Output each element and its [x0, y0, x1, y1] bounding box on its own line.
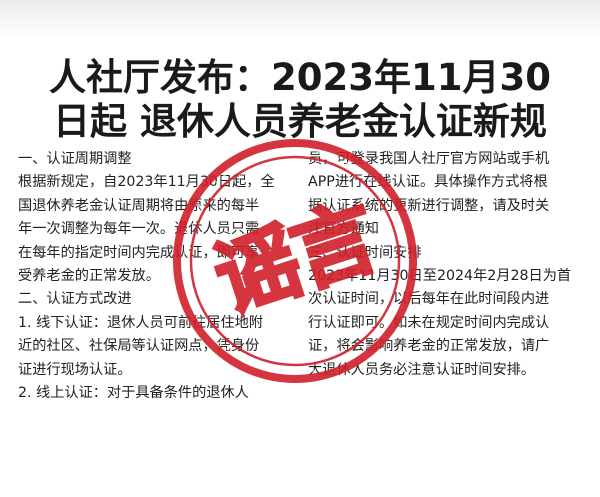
stamp-text: 谣言 [203, 187, 387, 330]
document-page: 人社厅发布：2023年11月30 日起 退休人员养老金认证新规 一、认证周期调整… [0, 0, 600, 497]
rumor-stamp: 谣言 [173, 139, 417, 383]
headline-line-1: 人社厅发布：2023年11月30 [49, 56, 551, 99]
